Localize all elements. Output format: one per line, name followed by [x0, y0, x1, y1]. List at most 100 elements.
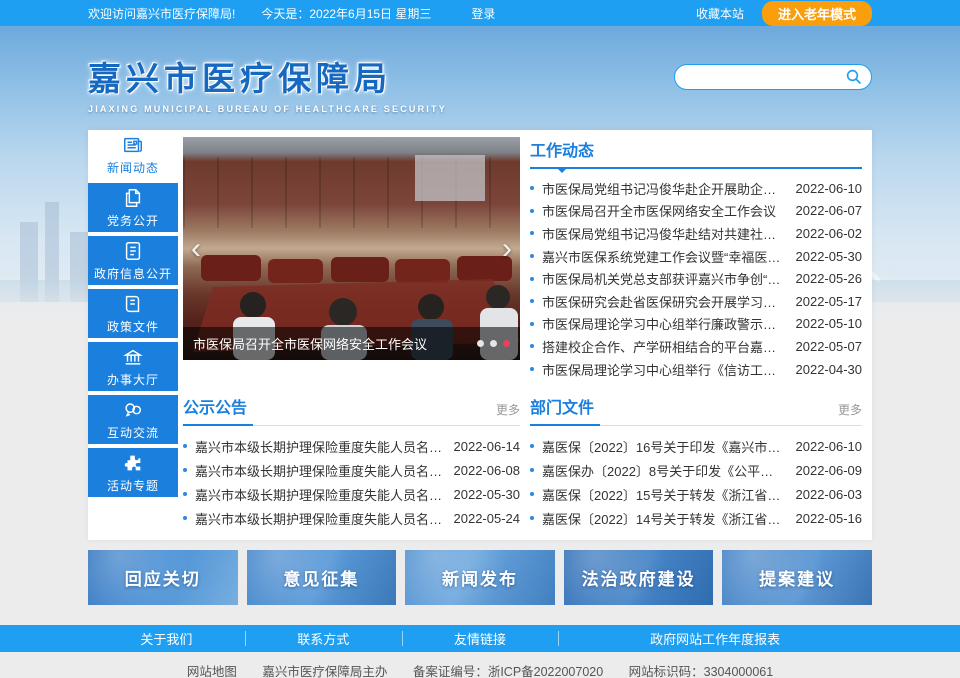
carousel-dot[interactable] [490, 340, 497, 347]
news-link[interactable]: 嘉兴市本级长期护理保险重度失能人员名单公示（2... [195, 485, 444, 504]
sidebar-item-gov-info[interactable]: 政府信息公开 [88, 236, 178, 285]
news-date: 2022-05-30 [454, 487, 521, 502]
puzzle-icon [122, 452, 144, 474]
footer-nav-annual-report[interactable]: 政府网站工作年度报表 [558, 625, 872, 652]
sidebar-item-party-affairs[interactable]: 党务公开 [88, 183, 178, 232]
news-date: 2022-05-10 [796, 316, 863, 331]
banner-label: 法治政府建设 [582, 565, 696, 590]
section-title: 工作动态 [530, 137, 594, 161]
footer-nav-contact[interactable]: 联系方式 [245, 625, 402, 652]
search-button[interactable] [845, 68, 863, 86]
list-item: 嘉医保〔2022〕16号关于印发《嘉兴市医疗保... 2022-06-10 [530, 434, 862, 458]
news-date: 2022-05-07 [796, 339, 863, 354]
bullet-icon [530, 444, 534, 448]
list-item: 搭建校企合作、产学研相结合的平台嘉兴市长期护理... 2022-05-07 [530, 335, 862, 358]
news-link[interactable]: 市医保局理论学习中心组举行《信访工作条例》专题... [542, 360, 786, 379]
news-date: 2022-06-08 [454, 463, 521, 478]
banner-label: 新闻发布 [442, 565, 518, 590]
news-date: 2022-05-30 [796, 249, 863, 264]
news-link[interactable]: 嘉医保〔2022〕14号关于转发《浙江省医疗保... [542, 509, 786, 528]
bullet-icon [530, 299, 534, 303]
news-date: 2022-04-30 [796, 362, 863, 377]
news-link[interactable]: 嘉兴市医保系统党建工作会议暨“幸福医保”党建联... [542, 247, 786, 266]
list-item: 市医保研究会赴省医保研究会开展学习交流活动2022-05-17 [530, 290, 862, 313]
section-title: 公示公告 [183, 394, 247, 418]
bullet-icon [183, 516, 187, 520]
banner-respond-concerns[interactable]: 回应关切 [88, 550, 238, 605]
more-link[interactable]: 更多 [838, 401, 862, 418]
bullet-icon [530, 186, 534, 190]
list-item: 嘉兴市医保系统党建工作会议暨“幸福医保”党建联... 2022-05-30 [530, 245, 862, 268]
section-dept-docs: 部门文件 更多 嘉医保〔2022〕16号关于印发《嘉兴市医疗保... 2022-0… [530, 394, 862, 530]
sidebar-item-interaction[interactable]: 互动交流 [88, 395, 178, 444]
login-link[interactable]: 登录 [471, 5, 495, 22]
banner-news-release[interactable]: 新闻发布 [405, 550, 555, 605]
favorite-site-link[interactable]: 收藏本站 [696, 5, 744, 22]
footer-nav-links[interactable]: 友情链接 [402, 625, 559, 652]
news-link[interactable]: 市医保局理论学习中心组举行廉政警示教育专题学习... [542, 314, 786, 333]
news-link[interactable]: 市医保局机关党总支部获评嘉兴市争创“建设清廉机... [542, 269, 786, 288]
bullet-icon [183, 444, 187, 448]
banner-proposals[interactable]: 提案建议 [722, 550, 872, 605]
sidebar-item-news[interactable]: 新闻动态 [88, 130, 178, 179]
welcome-text: 欢迎访问嘉兴市医疗保障局! [88, 5, 235, 22]
list-item: 嘉医保〔2022〕15号关于转发《浙江省医疗保...2022-06-03 [530, 482, 862, 506]
bullet-icon [183, 492, 187, 496]
search-box[interactable] [674, 64, 872, 90]
section-title: 部门文件 [530, 394, 594, 418]
sidebar-item-label: 政策文件 [107, 318, 159, 335]
sidebar-item-service-hall[interactable]: 办事大厅 [88, 342, 178, 391]
news-link[interactable]: 嘉医保〔2022〕16号关于印发《嘉兴市医疗保... [542, 437, 786, 456]
news-date: 2022-06-07 [796, 203, 863, 218]
news-date: 2022-06-10 [796, 439, 863, 454]
sidebar-item-policy-files[interactable]: 政策文件 [88, 289, 178, 338]
news-carousel[interactable]: ‹ › 市医保局召开全市医保网络安全工作会议 [183, 137, 520, 360]
bullet-icon [530, 209, 534, 213]
banner-rule-of-law[interactable]: 法治政府建设 [564, 550, 714, 605]
list-item: 嘉兴市本级长期护理保险重度失能人员名单公示（2... 2022-06-08 [183, 458, 520, 482]
organizer-text: 嘉兴市医疗保障局主办 [262, 665, 387, 678]
bullet-icon [530, 322, 534, 326]
more-link[interactable]: 更多 [496, 401, 520, 418]
banner-label: 回应关切 [125, 565, 201, 590]
news-link[interactable]: 嘉兴市本级长期护理保险重度失能人员名单公示（2... [195, 437, 444, 456]
site-map-link[interactable]: 网站地图 [187, 665, 237, 678]
news-link[interactable]: 市医保研究会赴省医保研究会开展学习交流活动 [542, 292, 786, 311]
search-input[interactable] [689, 70, 845, 84]
news-link[interactable]: 嘉兴市本级长期护理保险重度失能人员名单公示（2... [195, 509, 444, 528]
bullet-icon [530, 231, 534, 235]
list-item: 嘉医保办〔2022〕8号关于印发《公平竞争审查...2022-06-09 [530, 458, 862, 482]
book-icon [122, 293, 144, 315]
carousel-next-arrow-icon[interactable]: › [502, 234, 512, 264]
sidebar-item-label: 活动专题 [107, 477, 159, 494]
carousel-dot-active[interactable] [503, 340, 510, 347]
carousel-caption-text[interactable]: 市医保局召开全市医保网络安全工作会议 [193, 334, 469, 353]
news-link[interactable]: 搭建校企合作、产学研相结合的平台嘉兴市长期护理... [542, 337, 786, 356]
elder-mode-button[interactable]: 进入老年模式 [762, 1, 872, 26]
sidebar-item-label: 办事大厅 [107, 371, 159, 388]
list-item: 市医保局机关党总支部获评嘉兴市争创“建设清廉机...2022-05-26 [530, 267, 862, 290]
news-link[interactable]: 市医保局召开全市医保网络安全工作会议 [542, 201, 786, 220]
banner-label: 意见征集 [283, 565, 359, 590]
document-icon [122, 240, 144, 262]
carousel-dot[interactable] [477, 340, 484, 347]
list-item: 嘉医保〔2022〕14号关于转发《浙江省医疗保...2022-05-16 [530, 506, 862, 530]
news-link[interactable]: 嘉医保〔2022〕15号关于转发《浙江省医疗保... [542, 485, 786, 504]
news-link[interactable]: 嘉兴市本级长期护理保险重度失能人员名单公示（2... [195, 461, 444, 480]
list-item: 嘉兴市本级长期护理保险重度失能人员名单公示（2...2022-06-14 [183, 434, 520, 458]
list-item: 市医保局理论学习中心组举行《信访工作条例》专题... 2022-04-30 [530, 358, 862, 381]
banner-opinion-collection[interactable]: 意见征集 [247, 550, 397, 605]
carousel-prev-arrow-icon[interactable]: ‹ [191, 234, 201, 264]
search-icon [845, 68, 863, 86]
bullet-icon [183, 468, 187, 472]
sidebar-item-activities[interactable]: 活动专题 [88, 448, 178, 497]
news-link[interactable]: 嘉医保办〔2022〕8号关于印发《公平竞争审查... [542, 461, 786, 480]
footer-nav-about[interactable]: 关于我们 [88, 625, 245, 652]
chat-icon [122, 399, 144, 421]
carousel-caption: 市医保局召开全市医保网络安全工作会议 [183, 327, 520, 360]
sidebar-item-label: 政府信息公开 [94, 265, 172, 282]
footer-line-1: 网站地图 嘉兴市医疗保障局主办 备案证编号：浙ICP备2022007020 网站… [0, 662, 960, 678]
carousel-dots [477, 340, 510, 347]
news-link[interactable]: 市医保局党组书记冯俊华赴结对共建社区指导全国文... [542, 224, 786, 243]
news-link[interactable]: 市医保局党组书记冯俊华赴企开展助企纾困活动 [542, 179, 786, 198]
